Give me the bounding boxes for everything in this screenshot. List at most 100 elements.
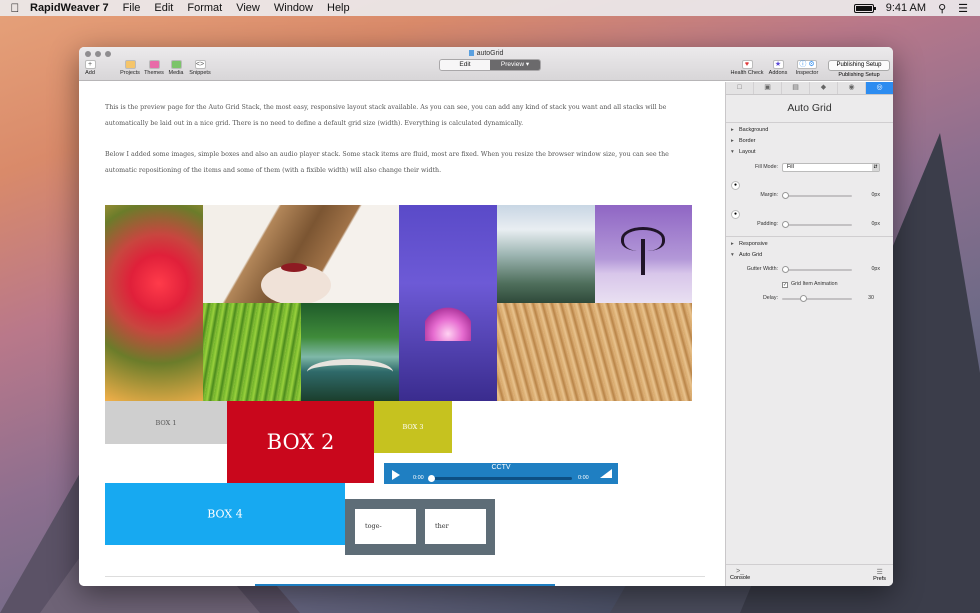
lone-tree-image [595,205,692,303]
fill-mode-select[interactable]: Fill ⇵ [782,163,880,172]
box-3: BOX 3 [374,401,452,453]
audio-progress-track[interactable] [428,477,572,480]
section-responsive[interactable]: ▸ Responsive [731,241,768,247]
projects-icon [124,60,136,69]
edit-preview-toggle: Edit Preview ▾ [439,59,541,71]
audio-progress-knob[interactable] [428,475,435,482]
disclosure-right-icon: ▸ [731,241,734,247]
divider [105,576,705,577]
clock[interactable]: 9:41 AM [886,2,926,14]
window-title: autoGrid [79,50,893,57]
code-icon: <> [194,60,206,69]
audio-total-time: 0:00 [578,475,589,481]
terminal-icon: >_ [736,568,745,575]
play-icon[interactable] [392,470,400,480]
padding-link-icon[interactable]: ● [731,210,740,219]
padding-label: Padding: [757,221,778,227]
prefs-button[interactable]: ☰ Prefs [873,568,886,582]
chevron-updown-icon: ⇵ [872,164,879,171]
gutter-width-label: Gutter Width: [746,266,778,272]
search-icon[interactable]: ⚲ [938,2,946,15]
footer-bar [255,584,555,586]
separator [726,122,893,123]
menu-bar:  RapidWeaver 7 File Edit Format View Wi… [0,0,980,16]
grass-image [203,303,301,401]
styles-tab-icon[interactable]: ◉ [838,82,866,94]
addons-button[interactable]: ★ Addons [767,60,789,76]
page-settings-tab-icon[interactable]: □ [726,82,754,94]
notification-list-icon[interactable]: ☰ [958,2,968,15]
box-2: BOX 2 [227,401,374,483]
preview-tab[interactable]: Preview ▾ [490,60,540,70]
menu-edit[interactable]: Edit [154,2,173,14]
margin-slider[interactable] [782,192,852,199]
inspector-button[interactable]: ⓘ ⚙ Inspector [793,60,821,76]
tag-tab-icon[interactable]: ◆ [810,82,838,94]
audio-title: CCTV [491,464,511,471]
padding-slider[interactable] [782,221,852,228]
section-border[interactable]: ▸ Border [731,138,756,144]
media-icon [170,60,182,69]
menu-window[interactable]: Window [274,2,313,14]
audio-current-time: 0:00 [413,475,424,481]
box-4: BOX 4 [105,483,345,545]
description-paragraph: Below I added some images, simple boxes … [105,151,669,174]
margin-value: 0px [871,192,880,198]
media-button[interactable]: Media [167,60,185,76]
info-icon: ⓘ ⚙ [797,60,817,69]
edit-tab[interactable]: Edit [440,60,490,70]
delay-label: Delay: [762,295,778,301]
publishing-setup-button[interactable]: Publishing Setup [828,60,890,71]
margin-link-icon[interactable]: ● [731,181,740,190]
add-button[interactable]: + Add [83,60,97,76]
addons-icon: ★ [772,60,784,69]
app-menu[interactable]: RapidWeaver 7 [30,2,109,14]
grid-animation-checkbox[interactable]: ✓ Grid Item Animation [782,281,838,288]
console-button[interactable]: >_ Console [730,568,750,581]
apple-icon[interactable]:  [0,1,30,15]
document-tab-icon[interactable]: ▤ [782,82,810,94]
wheat-field-image [497,303,692,401]
plus-icon: + [84,60,96,69]
together-right-box: ther [425,509,486,544]
inspector-tabs: □ ▣ ▤ ◆ ◉ ◎ [726,82,893,95]
section-background[interactable]: ▸ Background [731,127,768,133]
inspector-panel: □ ▣ ▤ ◆ ◉ ◎ Auto Grid ▸ Background ▸ Borde… [725,82,893,586]
snippets-button[interactable]: <> Snippets [187,60,213,76]
preview-pane[interactable]: This is the preview page for the Auto Gr… [79,82,725,586]
section-auto-grid[interactable]: ▾ Auto Grid [731,252,762,258]
volume-icon[interactable] [600,469,612,478]
layout-tab-icon[interactable]: ▣ [754,82,782,94]
fill-mode-label: Fill Mode: [755,164,778,170]
health-check-button[interactable]: ♥ Health Check [729,60,765,76]
gutter-width-slider[interactable] [782,266,852,273]
together-left-box: toge- [355,509,416,544]
separator [726,236,893,237]
sliders-icon: ☰ [876,569,883,576]
flower-image [105,205,203,401]
menu-help[interactable]: Help [327,2,350,14]
padding-value: 0px [871,221,880,227]
themes-icon [148,60,160,69]
box-1: BOX 1 [105,401,227,444]
checkmark-icon: ✓ [782,282,788,288]
snowy-forest-image [497,205,595,303]
projects-button[interactable]: Projects [119,60,141,76]
menu-view[interactable]: View [236,2,260,14]
menu-file[interactable]: File [123,2,141,14]
window-toolbar: autoGrid + Add Projects Themes Media <> Sn… [79,47,893,81]
audio-player: CCTV 0:00 0:00 [384,463,618,484]
menu-format[interactable]: Format [187,2,222,14]
themes-button[interactable]: Themes [143,60,165,76]
margin-label: Margin: [760,192,778,198]
together-container: toge- ther [345,499,495,555]
disclosure-right-icon: ▸ [731,138,734,144]
gutter-width-value: 0px [871,266,880,272]
section-layout[interactable]: ▾ Layout [731,149,756,155]
inspector-title: Auto Grid [787,102,832,114]
heart-icon: ♥ [741,60,753,69]
document-icon [468,50,474,56]
battery-icon[interactable] [853,3,876,13]
stack-settings-tab-icon[interactable]: ◎ [866,82,893,94]
delay-slider[interactable] [782,295,852,302]
